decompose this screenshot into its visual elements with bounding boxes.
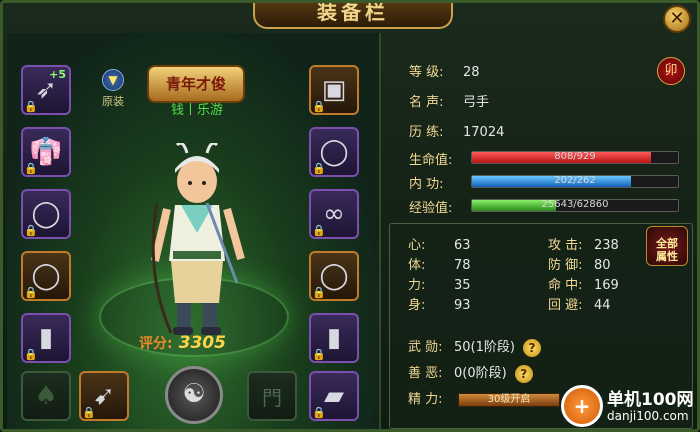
lock-icon: 🔒 xyxy=(312,286,326,299)
xp-row: 经验值: xyxy=(409,197,463,216)
score-label: 评分: xyxy=(139,336,173,352)
attr-body: 体: 78 xyxy=(408,258,471,273)
karma-label: 善 恶: xyxy=(408,366,443,381)
attr-attack: 攻 击: 238 xyxy=(548,238,619,253)
stats-panel: 卯 等 级: 28 名 声: 弓手 历 练: 17024 生命值: 808/929 内… xyxy=(387,33,697,429)
karma-value: 0(0阶段) xyxy=(454,366,507,381)
xp-text: 25643/62860 xyxy=(541,199,609,210)
attr-evade: 回 避: 44 xyxy=(548,298,611,313)
close-button[interactable]: ✕ xyxy=(663,5,691,33)
character-model xyxy=(151,143,245,335)
equip-slot-amulet[interactable]: ◯ 🔒 xyxy=(309,127,359,177)
equip-slot-arrow[interactable]: ➹ 🔒 xyxy=(79,371,129,421)
equipment-window: 装备栏 ✕ ➶ +5 🔒 👘 🔒 ◯ 🔒 ◯ 🔒 ▮ 🔒 ▼ 原装 青年才俊 钱… xyxy=(0,0,700,432)
equip-slot-gate[interactable]: 門 xyxy=(247,371,297,421)
lock-icon: 🔒 xyxy=(312,224,326,237)
all-attributes-button[interactable]: 全部 属性 xyxy=(646,226,688,266)
equip-slot-ring-left[interactable]: ◯ 🔒 xyxy=(21,251,71,301)
equip-slot-armor[interactable]: ▣ 🔒 xyxy=(309,65,359,115)
merit-help-icon[interactable]: ? xyxy=(522,338,541,357)
attr-mind: 心: 63 xyxy=(408,238,471,253)
merit-row: 武 勋: 50(1阶段)? xyxy=(408,336,541,357)
mp-row: 内 功: xyxy=(409,173,463,192)
merit-label: 武 勋: xyxy=(408,340,443,355)
level-label: 等 级: xyxy=(409,65,444,80)
fame-value: 弓手 xyxy=(463,95,490,110)
energy-label: 精 力: xyxy=(408,392,443,407)
site-watermark: + 单机100网 danji100.com xyxy=(561,383,697,429)
experience-row: 历 练: 17024 xyxy=(409,121,504,140)
lock-icon: 🔒 xyxy=(312,100,326,113)
karma-help-icon[interactable]: ? xyxy=(514,364,533,383)
experience-value: 17024 xyxy=(463,125,505,140)
energy-row: 精 力:30级开启? xyxy=(408,388,586,409)
hp-text: 808/929 xyxy=(554,151,596,162)
lock-icon: 🔒 xyxy=(24,100,38,113)
attr-hit: 命 中: 169 xyxy=(548,278,619,293)
player-name: 钱丨乐游 xyxy=(170,103,223,118)
gear-medallion-button[interactable]: ☯ xyxy=(165,366,223,424)
mp-text: 202/262 xyxy=(554,175,596,186)
outfit-icon: ▼ xyxy=(102,69,124,91)
lock-icon: 🔒 xyxy=(312,162,326,175)
lock-icon: 🔒 xyxy=(82,406,96,419)
enhance-level: +5 xyxy=(49,68,66,81)
lock-icon: 🔒 xyxy=(24,286,38,299)
level-row: 等 级: 28 xyxy=(409,61,480,80)
equip-slot-weapon[interactable]: ➶ +5 🔒 xyxy=(21,65,71,115)
site-name: 单机100网 xyxy=(607,390,694,410)
original-outfit-toggle[interactable]: ▼ 原装 xyxy=(93,69,133,109)
lock-icon: 🔒 xyxy=(24,162,38,175)
site-logo-icon: + xyxy=(561,385,603,427)
lock-icon: 🔒 xyxy=(312,406,326,419)
character-panel: ➶ +5 🔒 👘 🔒 ◯ 🔒 ◯ 🔒 ▮ 🔒 ▼ 原装 青年才俊 钱丨乐游 评分… xyxy=(7,33,381,429)
lock-icon: 🔒 xyxy=(312,348,326,361)
level-value: 28 xyxy=(463,65,480,80)
score-value: 3305 xyxy=(178,333,226,353)
attr-defense: 防 御: 80 xyxy=(548,258,611,273)
equip-slot-robe[interactable]: 👘 🔒 xyxy=(21,127,71,177)
score-display: 评分: 3305 xyxy=(139,333,226,353)
lock-icon: 🔒 xyxy=(24,224,38,237)
equip-slot-earring[interactable]: ∞ 🔒 xyxy=(309,189,359,239)
fame-label: 名 声: xyxy=(409,95,444,110)
attr-strength: 力: 35 xyxy=(408,278,471,293)
equip-slot-bracer-left[interactable]: ▮ 🔒 xyxy=(21,313,71,363)
cloak-icon: ♠ xyxy=(34,381,58,411)
merit-value: 50(1阶段) xyxy=(454,340,515,355)
xp-label: 经验值: xyxy=(409,201,453,216)
equip-slot-ring-right[interactable]: ◯ 🔒 xyxy=(309,251,359,301)
equip-slot-cloak[interactable]: ♠ xyxy=(21,371,71,421)
xp-bar: 25643/62860 xyxy=(471,199,679,212)
karma-row: 善 恶: 0(0阶段)? xyxy=(408,362,533,383)
site-url: danji100.com xyxy=(607,409,689,423)
equip-slot-bracer-right[interactable]: ▮ 🔒 xyxy=(309,313,359,363)
mp-bar: 202/262 xyxy=(471,175,679,188)
gate-icon: 門 xyxy=(262,385,282,410)
energy-value: 30级开启 xyxy=(458,392,560,407)
lock-icon: 🔒 xyxy=(24,348,38,361)
equip-slot-necklace[interactable]: ◯ 🔒 xyxy=(21,189,71,239)
window-title: 装备栏 xyxy=(253,3,453,29)
hp-bar: 808/929 xyxy=(471,151,679,164)
equip-slot-boots[interactable]: ▰ 🔒 xyxy=(309,371,359,421)
mp-label: 内 功: xyxy=(409,177,444,192)
experience-label: 历 练: xyxy=(409,125,444,140)
zodiac-seal: 卯 xyxy=(657,57,685,85)
original-outfit-label: 原装 xyxy=(102,95,124,108)
fame-row: 名 声: 弓手 xyxy=(409,91,489,110)
hp-label: 生命值: xyxy=(409,153,453,168)
attr-agility: 身: 93 xyxy=(408,298,471,313)
hp-row: 生命值: xyxy=(409,149,463,168)
title-plaque: 青年才俊 xyxy=(147,65,245,103)
